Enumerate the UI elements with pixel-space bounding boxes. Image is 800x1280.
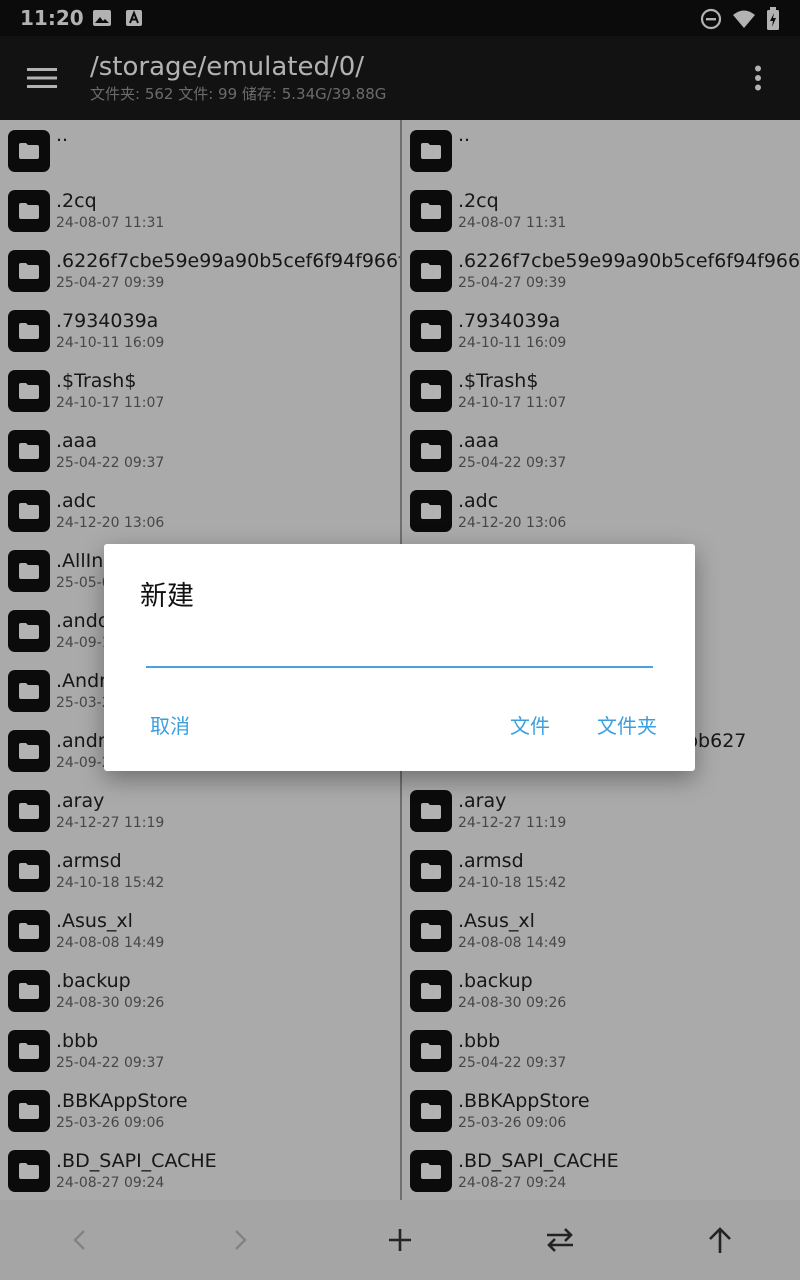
new-name-input[interactable] <box>146 640 653 668</box>
dialog-title: 新建 <box>140 581 194 612</box>
cancel-button[interactable]: 取消 <box>150 710 190 739</box>
new-item-dialog: 新建 取消 文件 文件夹 <box>104 544 695 771</box>
create-file-button[interactable]: 文件 <box>510 710 550 739</box>
create-folder-button[interactable]: 文件夹 <box>597 710 657 739</box>
